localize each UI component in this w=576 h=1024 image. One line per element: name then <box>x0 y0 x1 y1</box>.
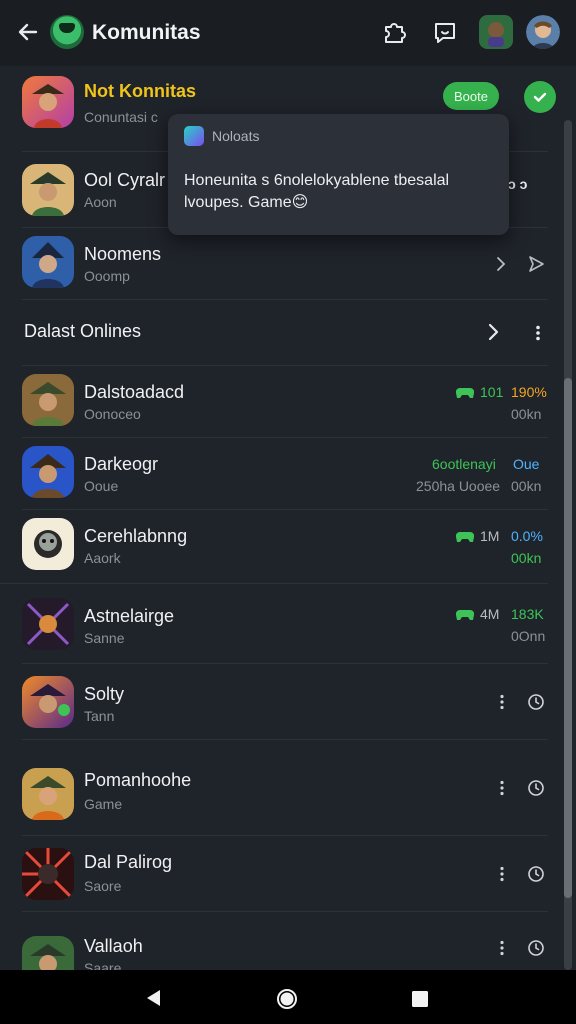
gamepad-icon <box>456 609 474 620</box>
more-vert-icon[interactable] <box>499 866 505 882</box>
user-avatar[interactable] <box>526 15 560 49</box>
game-avatar <box>22 598 74 650</box>
more-vert-icon[interactable] <box>499 940 505 956</box>
game-rating: 0.0% <box>511 528 543 544</box>
scrollbar-thumb[interactable] <box>564 378 572 898</box>
game-avatar <box>22 936 74 970</box>
game-subtitle: Saore <box>84 878 122 894</box>
nav-back-icon[interactable] <box>145 989 163 1007</box>
tooltip-title: Noloats <box>212 128 260 144</box>
game-name: Vallaoh <box>84 936 143 956</box>
gamepad-icon <box>456 531 474 542</box>
game-row[interactable]: Astnelairge Sanne 4M 183K 0Onn <box>0 584 548 664</box>
joined-check-button[interactable] <box>524 81 556 113</box>
community-subtitle: Ooomp <box>84 268 130 284</box>
game-name: Astnelairge <box>84 606 175 626</box>
send-icon[interactable] <box>527 255 545 273</box>
section-header[interactable]: Dalast Onlines <box>0 300 548 366</box>
more-vert-icon[interactable] <box>499 780 505 796</box>
game-avatar <box>22 374 74 426</box>
check-icon <box>533 92 547 102</box>
page-title: Komunitas <box>92 21 201 44</box>
game-name: Solty <box>84 684 125 704</box>
game-rating: Oue <box>513 456 540 472</box>
game-row[interactable]: Pomanhoohe Game <box>0 740 548 836</box>
app-icon <box>184 126 204 146</box>
game-name: Dal Palirog <box>84 852 173 872</box>
tooltip-body: Honeunita s 6nolelokyablene tbesalal lvo… <box>184 172 450 211</box>
game-name: Darkeogr <box>84 454 159 474</box>
top-app-bar: Komunitas <box>0 0 576 66</box>
nav-home-icon[interactable] <box>276 988 298 1010</box>
community-subtitle: Aoon <box>84 194 117 210</box>
game-subtitle: Saare <box>84 960 122 970</box>
game-players: 101 <box>480 384 504 400</box>
more-vert-icon[interactable] <box>499 694 505 710</box>
game-name: Cerehlabnng <box>84 526 188 546</box>
game-size: 00kn <box>511 550 542 566</box>
community-logo <box>50 15 84 49</box>
community-subtitle: Conuntasi c <box>84 109 158 125</box>
game-size: 00kn <box>511 478 542 494</box>
game-row[interactable]: Cerehlabnng Aaork 1M 0.0% 00kn <box>0 510 548 584</box>
game-rating: 183K <box>511 606 544 622</box>
clock-icon[interactable] <box>527 779 545 797</box>
join-button[interactable]: Boote <box>443 82 499 110</box>
game-row[interactable]: Darkeogr Ooue 6ootlenayi Oue 250ha Uooee… <box>0 438 548 510</box>
game-subtitle: Game <box>84 796 123 812</box>
game-avatar <box>22 518 74 570</box>
game-status: 6ootlenayi <box>432 456 496 472</box>
game-players: 4M <box>480 606 500 622</box>
community-name: Ool Cyralr <box>84 170 166 190</box>
game-name: Pomanhoohe <box>84 770 192 790</box>
community-avatar <box>22 76 74 128</box>
game-subtitle: Tann <box>84 708 115 724</box>
game-size: 0Onn <box>511 628 546 644</box>
chevron-right-icon[interactable] <box>492 255 510 273</box>
chevron-right-icon[interactable] <box>484 322 504 342</box>
game-avatar <box>22 446 74 498</box>
game-avatar <box>22 676 74 728</box>
gamepad-icon <box>456 387 474 398</box>
system-nav-bar <box>0 970 576 1024</box>
game-name: Dalstoadacd <box>84 382 185 402</box>
game-row[interactable]: Dal Palirog Saore <box>0 836 548 912</box>
game-avatar <box>22 768 74 820</box>
game-players: 1M <box>480 528 500 544</box>
game-downloads: 250ha Uooee <box>416 478 501 494</box>
game-size: 00kn <box>511 406 542 422</box>
game-subtitle: Aaork <box>84 550 121 566</box>
notification-tooltip[interactable]: Noloats Honeunita s 6nolelokyablene tbes… <box>168 114 509 235</box>
section-title: Dalast Onlines <box>24 321 142 341</box>
game-avatar <box>22 848 74 900</box>
game-subtitle: Ooue <box>84 478 119 494</box>
game-row[interactable]: Dalstoadacd Oonoceo 101 190% 00kn <box>0 366 548 438</box>
arrow-left-icon[interactable] <box>14 18 42 46</box>
community-name: Noomens <box>84 244 162 264</box>
game-subtitle: Sanne <box>84 630 125 646</box>
game-rating: 190% <box>511 384 547 400</box>
community-trailing: ↄ ↄ <box>508 176 528 192</box>
community-avatar <box>22 236 74 288</box>
chat-bubble-icon[interactable] <box>431 18 459 46</box>
community-name: Not Konnitas <box>84 81 196 101</box>
game-row[interactable]: Solty Tann <box>0 664 548 740</box>
clock-icon[interactable] <box>527 865 545 883</box>
more-vert-icon[interactable] <box>535 325 541 341</box>
clock-icon[interactable] <box>527 939 545 957</box>
game-row[interactable]: Vallaoh Saare <box>0 912 548 970</box>
clock-icon[interactable] <box>527 693 545 711</box>
community-avatar <box>22 164 74 216</box>
puzzle-icon[interactable] <box>380 18 408 46</box>
game-subtitle: Oonoceo <box>84 406 141 422</box>
nav-recents-icon[interactable] <box>411 990 429 1008</box>
game-avatar-icon[interactable] <box>479 15 513 49</box>
community-row[interactable]: Noomens Ooomp <box>0 228 548 300</box>
